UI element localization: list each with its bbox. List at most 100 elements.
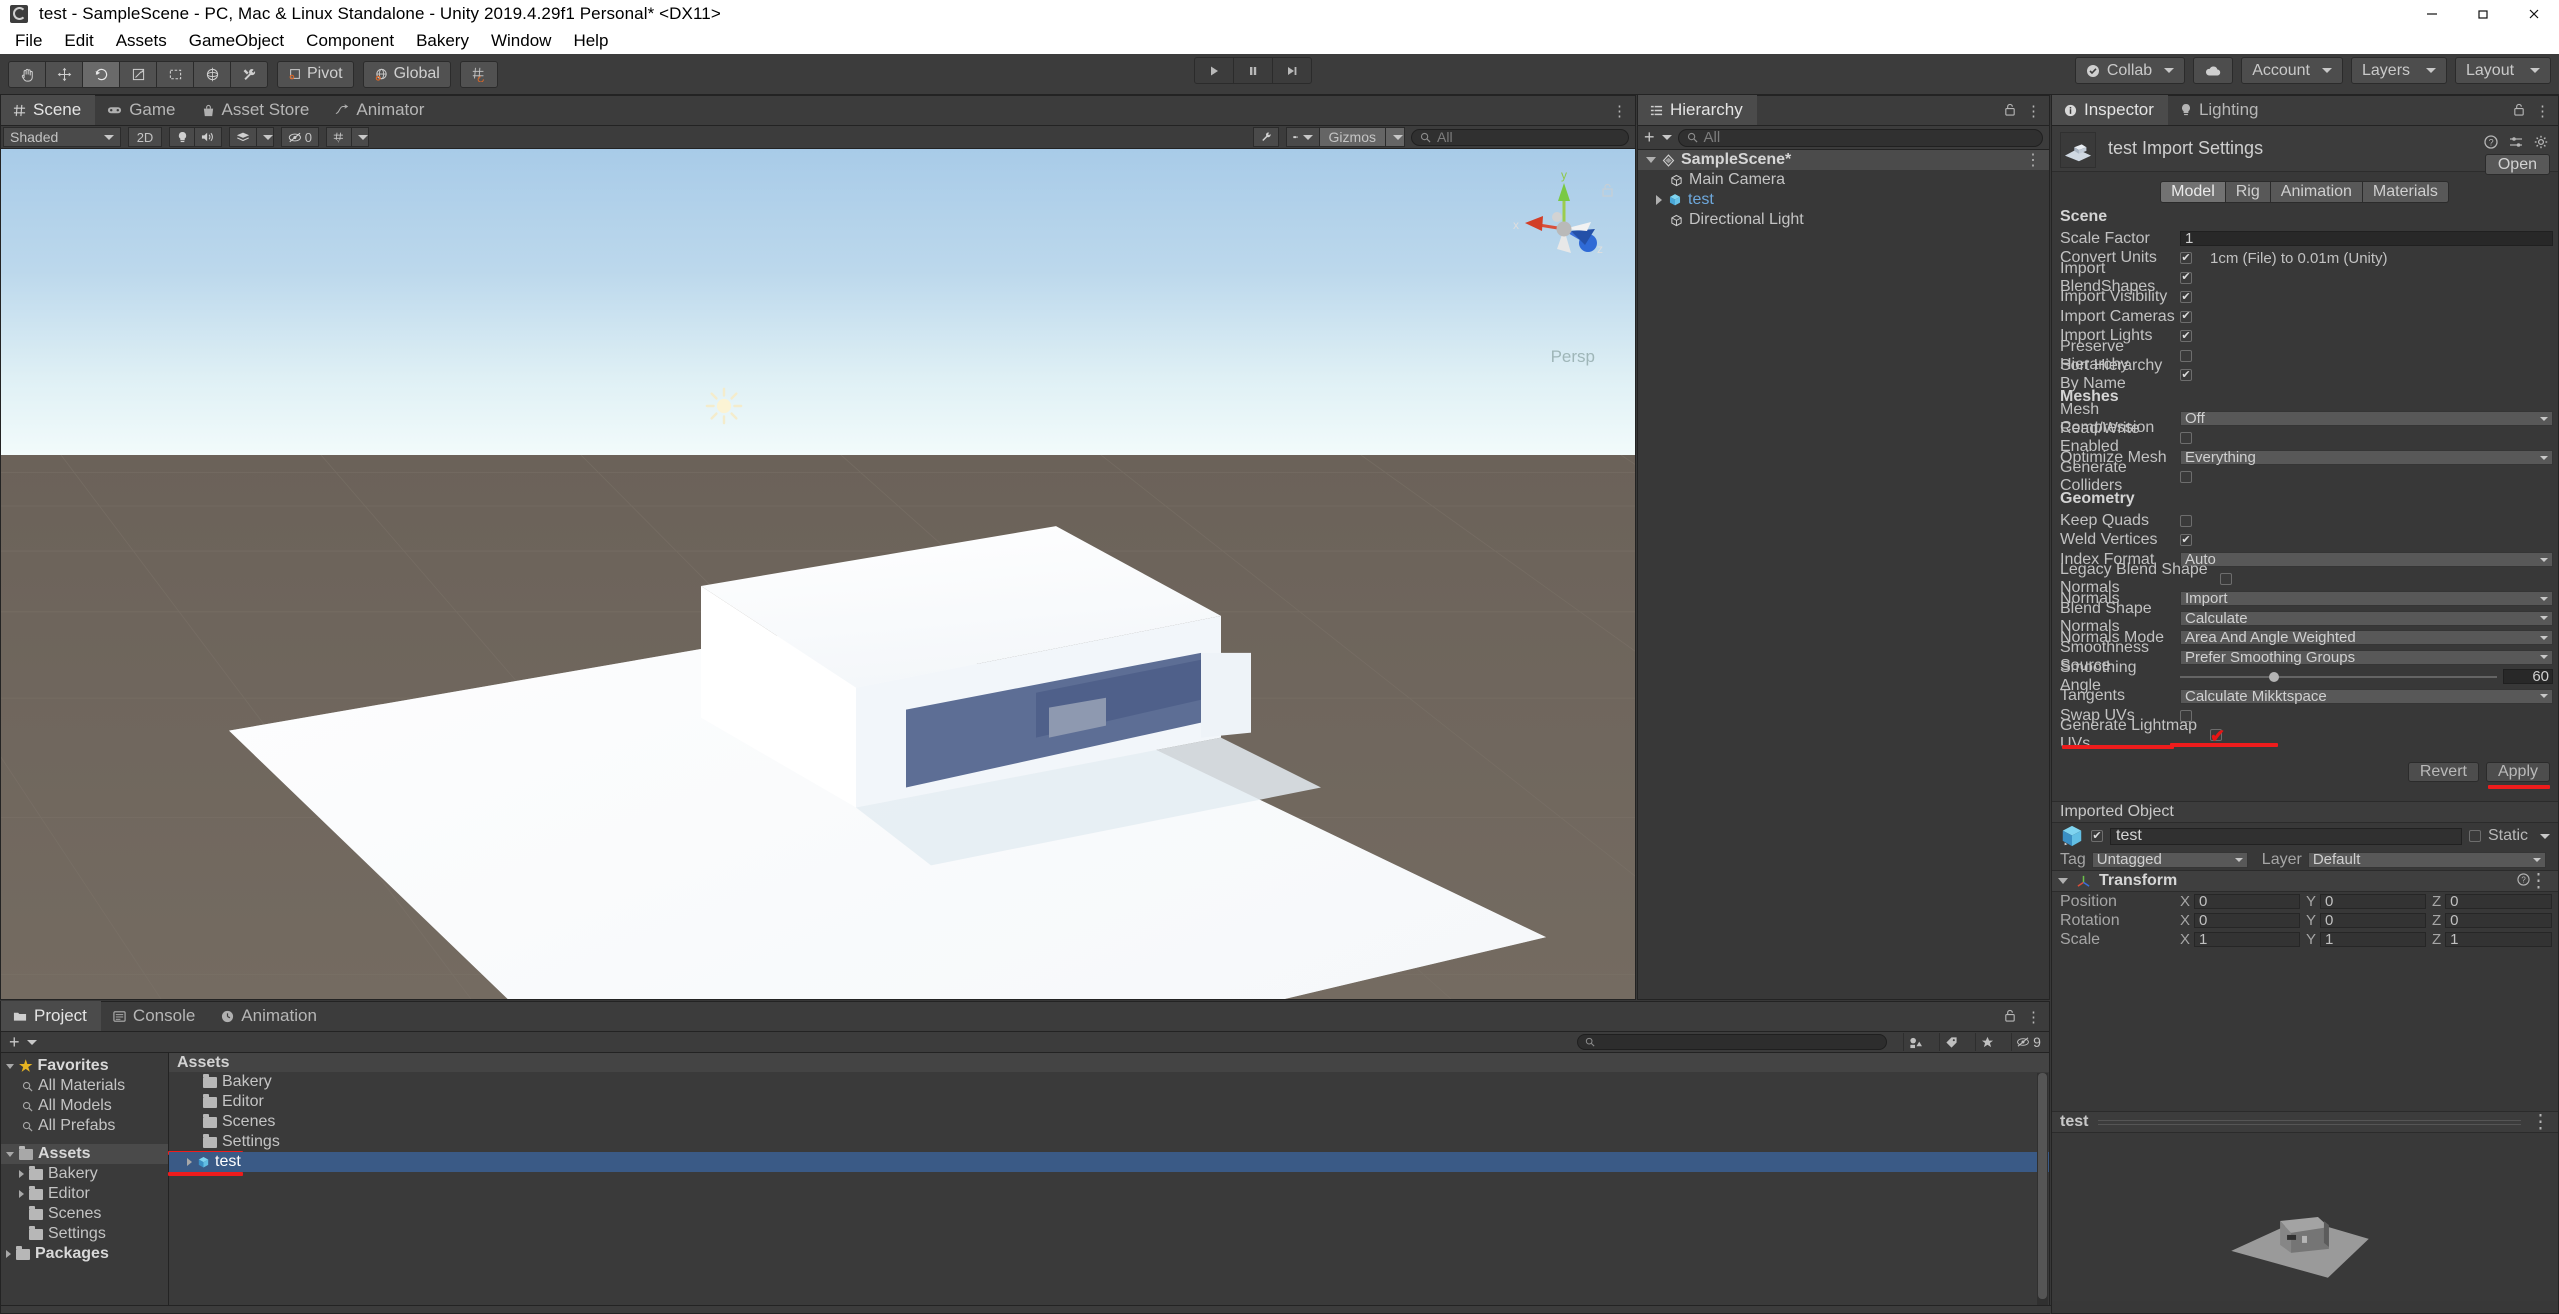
tab-materials[interactable]: Materials (2361, 181, 2449, 203)
object-enabled-checkbox[interactable] (2091, 830, 2103, 842)
kebab-menu-icon[interactable]: ⋮ (2535, 102, 2550, 120)
chevron-down-icon[interactable] (6, 1063, 14, 1069)
tab-game[interactable]: Game (95, 95, 189, 125)
transform-tool-button[interactable] (193, 60, 231, 88)
lock-icon[interactable] (2513, 103, 2525, 120)
kebab-menu-icon[interactable]: ⋮ (2529, 870, 2548, 893)
scale-tool-button[interactable] (119, 60, 157, 88)
rotation-y-field[interactable]: Y 0 (2306, 912, 2426, 929)
transform-scale-row[interactable]: Scale X 1 Y 1 Z 1 (2052, 930, 2558, 949)
tab-rig[interactable]: Rig (2224, 181, 2271, 203)
project-tree-all-models[interactable]: All Models (1, 1096, 168, 1116)
scene-orientation-gizmo[interactable]: y x z (1509, 167, 1619, 285)
scale-factor-input[interactable]: 1 (2180, 230, 2553, 247)
minimize-button[interactable] (2406, 0, 2457, 27)
property-scale-factor[interactable]: Scale Factor 1 (2052, 229, 2558, 249)
sort-hierarchy-checkbox[interactable] (2180, 369, 2192, 382)
preset-icon[interactable] (2509, 135, 2523, 153)
revert-button[interactable]: Revert (2407, 762, 2479, 782)
toggle-2d-button[interactable]: 2D (128, 127, 162, 147)
chevron-down-icon[interactable] (1646, 157, 1656, 163)
scene-fx-button[interactable] (229, 127, 257, 147)
property-tangents[interactable]: Tangents Calculate Mikktspace (2052, 687, 2558, 707)
tab-project[interactable]: Project (1, 1001, 101, 1031)
property-import-blendshapes[interactable]: Import BlendShapes (2052, 260, 2558, 295)
help-icon[interactable]: ? (2484, 135, 2498, 153)
property-import-cameras[interactable]: Import Cameras (2052, 307, 2558, 327)
scene-grid-dropdown[interactable] (351, 127, 369, 147)
tab-asset-store[interactable]: Asset Store (190, 95, 324, 125)
object-name-input[interactable]: test (2110, 827, 2462, 845)
step-button[interactable] (1272, 57, 1312, 84)
menu-assets[interactable]: Assets (105, 29, 178, 53)
open-button[interactable]: Open (2484, 154, 2550, 175)
lock-icon[interactable] (2004, 1009, 2016, 1026)
tab-animation[interactable]: Animation (2269, 181, 2363, 203)
position-x-input[interactable]: 0 (2194, 893, 2300, 910)
position-z-field[interactable]: Z 0 (2432, 893, 2552, 910)
menu-window[interactable]: Window (480, 29, 562, 53)
keep-quads-checkbox[interactable] (2180, 514, 2192, 527)
collab-button[interactable]: Collab (2074, 57, 2186, 84)
label-filter-button[interactable] (1939, 1033, 1963, 1051)
project-hidden-count-button[interactable]: 9 (2011, 1033, 2045, 1051)
scene-grid-button[interactable]: Y (326, 127, 352, 147)
position-y-field[interactable]: Y 0 (2306, 893, 2426, 910)
chevron-right-icon[interactable] (19, 1170, 24, 1178)
menu-bakery[interactable]: Bakery (405, 29, 480, 53)
rect-tool-button[interactable] (156, 60, 194, 88)
menu-component[interactable]: Component (295, 29, 405, 53)
scene-hidden-objects-button[interactable]: 0 (281, 127, 319, 147)
scene-audio-toggle[interactable] (194, 127, 222, 147)
import-blendshapes-checkbox[interactable] (2180, 271, 2192, 284)
hierarchy-create-button[interactable]: + (1644, 127, 1672, 148)
scene-settings-button[interactable] (1252, 127, 1279, 147)
slider-knob[interactable] (2268, 671, 2279, 682)
chevron-right-icon[interactable] (187, 1158, 192, 1166)
project-tree-scenes[interactable]: Scenes (1, 1204, 168, 1224)
position-x-field[interactable]: X 0 (2180, 893, 2300, 910)
gear-icon[interactable] (2534, 135, 2548, 153)
kebab-menu-icon[interactable]: ⋮ (2025, 150, 2041, 170)
smoothing-angle-value[interactable]: 60 (2503, 668, 2553, 685)
scene-viewport[interactable]: y x z Persp (1, 149, 1635, 999)
chevron-right-icon[interactable] (19, 1190, 24, 1198)
lock-icon[interactable] (2004, 103, 2016, 120)
pivot-toggle-button[interactable]: Pivot (277, 60, 354, 88)
smoothness-source-dropdown[interactable]: Prefer Smoothing Groups (2180, 649, 2553, 666)
asset-type-filter-button[interactable] (1903, 1033, 1927, 1051)
property-keep-quads[interactable]: Keep Quads (2052, 511, 2558, 531)
close-button[interactable] (2508, 0, 2559, 27)
directional-light-gizmo[interactable] (705, 387, 743, 425)
project-scrollbar[interactable] (2037, 1073, 2048, 1311)
move-tool-button[interactable] (45, 60, 83, 88)
hierarchy-item-samplescene[interactable]: SampleScene* ⋮ (1638, 150, 2049, 170)
tab-scene[interactable]: Scene (1, 95, 96, 125)
optimize-mesh-dropdown[interactable]: Everything (2180, 449, 2553, 466)
favorite-filter-button[interactable] (1975, 1033, 1999, 1051)
project-item-settings[interactable]: Settings (168, 1132, 2049, 1155)
rotation-x-input[interactable]: 0 (2194, 912, 2300, 929)
generate-colliders-checkbox[interactable] (2180, 471, 2192, 484)
chevron-right-icon[interactable] (6, 1250, 11, 1258)
kebab-menu-icon[interactable]: ⋮ (2026, 1008, 2041, 1026)
property-smoothing-angle[interactable]: Smoothing Angle 60 (2052, 659, 2558, 694)
play-button[interactable] (1194, 57, 1234, 84)
tab-lighting[interactable]: Lighting (2168, 95, 2273, 125)
chevron-down-icon[interactable] (2058, 878, 2068, 884)
import-cameras-checkbox[interactable] (2180, 310, 2192, 323)
property-blend-shape-normals[interactable]: Blend Shape Normals Calculate (2052, 600, 2558, 635)
global-toggle-button[interactable]: Global (362, 60, 451, 88)
property-read-write-enabled[interactable]: Read/Write Enabled (2052, 420, 2558, 455)
layout-button[interactable]: Layout (2455, 57, 2551, 84)
scale-z-input[interactable]: 1 (2445, 931, 2552, 948)
index-format-dropdown[interactable]: Auto (2180, 551, 2553, 568)
rotate-tool-button[interactable] (82, 60, 120, 88)
scale-x-field[interactable]: X 1 (2180, 931, 2300, 948)
project-item-test[interactable]: test (168, 1152, 2049, 1176)
weld-vertices-checkbox[interactable] (2180, 534, 2192, 547)
rotation-y-input[interactable]: 0 (2320, 912, 2426, 929)
cloud-button[interactable] (2193, 57, 2234, 84)
project-tree-favorites[interactable]: ★ Favorites (1, 1056, 168, 1076)
normals-mode-dropdown[interactable]: Area And Angle Weighted (2180, 629, 2553, 646)
